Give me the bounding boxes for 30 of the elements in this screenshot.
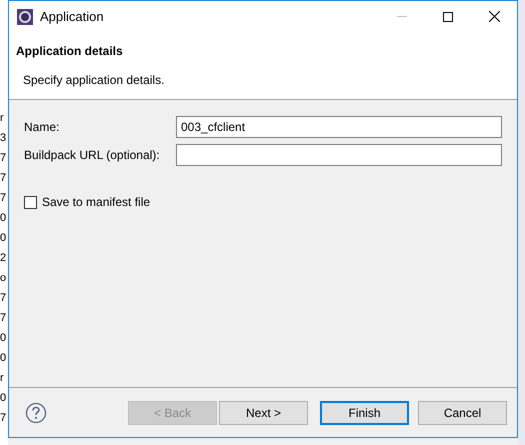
background-text: 0 <box>0 231 7 246</box>
field-label: Buildpack URL (optional): <box>24 147 161 164</box>
background-text: 0 <box>0 211 7 226</box>
checkbox-label: Save to manifest file <box>42 194 150 211</box>
background-text: 0 <box>0 351 7 366</box>
background-text: r <box>0 371 5 386</box>
page-title: Application details <box>16 43 124 60</box>
field-label: Name: <box>24 119 60 136</box>
page-description: Specify application details. <box>23 72 166 89</box>
dialog-button[interactable]: Next > <box>219 400 308 424</box>
background-text: r <box>0 111 5 126</box>
background-text: 7 <box>0 191 7 206</box>
background-text: 7 <box>0 171 7 186</box>
help-icon[interactable] <box>25 402 47 424</box>
close-icon <box>488 11 500 22</box>
background-text: 0 <box>0 331 7 346</box>
background-text: 3 <box>0 131 7 146</box>
text-field[interactable] <box>176 144 502 166</box>
background-text: 0 <box>0 391 7 406</box>
dialog-button[interactable]: Cancel <box>418 400 507 424</box>
background-text: 2 <box>0 251 7 266</box>
background-text: 7 <box>0 311 7 326</box>
background-text: 7 <box>0 291 7 306</box>
checkbox[interactable] <box>24 196 37 208</box>
background-text: o <box>0 271 7 286</box>
dialog-button[interactable]: Finish <box>320 400 409 424</box>
background-text: 7 <box>0 151 7 166</box>
background-text: 7 <box>0 411 7 426</box>
text-field[interactable]: 003_cfclient <box>176 116 502 138</box>
window-title: Application <box>40 8 104 26</box>
